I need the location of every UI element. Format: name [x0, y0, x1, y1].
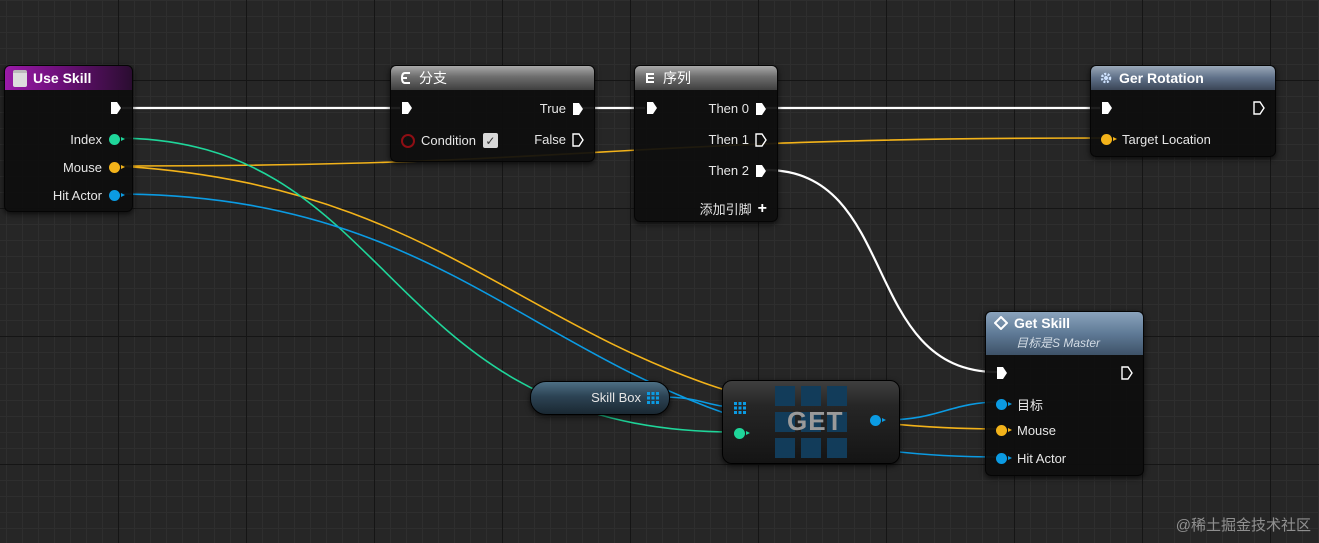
hit-actor-label: Hit Actor: [1017, 451, 1067, 466]
array-grid-icon: [647, 391, 659, 404]
vector-pin-icon: [1101, 134, 1117, 145]
exec-in-icon: [1102, 102, 1112, 114]
then2-label: Then 2: [708, 163, 749, 178]
sequence-then2-pin[interactable]: Then 2: [709, 163, 767, 178]
exec-in-icon: [997, 367, 1007, 379]
array-in-pin-icon[interactable]: [734, 402, 746, 414]
object-pin-icon: [996, 399, 1012, 410]
exec-in-icon: [402, 102, 412, 114]
use-skill-hit-actor-pin[interactable]: Hit Actor: [52, 188, 125, 203]
exec-out-empty-icon: [572, 132, 584, 147]
then1-label: Then 1: [708, 132, 749, 147]
target-label: 目标: [1017, 398, 1044, 413]
exec-out-icon: [111, 102, 121, 114]
array-get-node[interactable]: GET: [722, 380, 900, 464]
sequence-then1-pin[interactable]: Then 1: [709, 132, 767, 147]
branch-false-pin[interactable]: False: [534, 132, 584, 147]
branch-true-pin[interactable]: True: [540, 101, 584, 116]
then0-label: Then 0: [708, 101, 749, 116]
false-label: False: [534, 132, 566, 147]
vector-pin-icon: [109, 162, 125, 173]
use-skill-mouse-pin[interactable]: Mouse: [62, 160, 125, 175]
mouse-wire-to-target-location[interactable]: [118, 137, 1101, 167]
exec-out-icon: [756, 102, 766, 115]
object-pin-icon: [109, 190, 125, 201]
target-location-label: Target Location: [1122, 132, 1211, 147]
sequence-node[interactable]: 序列 Then 0 Then 1 Then 2 添加引脚 +: [634, 65, 778, 222]
get-skill-hit-actor-pin[interactable]: Hit Actor: [996, 451, 1066, 466]
ger-rotation-header: Ger Rotation: [1091, 66, 1275, 90]
hit-actor-label: Hit Actor: [52, 188, 102, 203]
add-pin-label: 添加引脚: [699, 202, 752, 217]
use-skill-node[interactable]: Use Skill Index Mouse Hit Actor: [4, 65, 133, 212]
mouse-label: Mouse: [1017, 423, 1057, 438]
event-icon: [13, 69, 27, 87]
branch-condition-pin[interactable]: Condition ✓: [401, 133, 498, 148]
ger-rotation-exec-out[interactable]: [1253, 101, 1265, 115]
skill-box-label: Skill Box: [591, 390, 641, 405]
get-skill-mouse-pin[interactable]: Mouse: [996, 423, 1056, 438]
branch-node[interactable]: 分支 Condition ✓ True False: [390, 65, 595, 162]
skill-box-out-pin[interactable]: Skill Box: [591, 390, 659, 405]
get-label: GET: [787, 406, 844, 436]
get-skill-subtitle: 目标是S Master: [1016, 336, 1101, 350]
exec-wire-then2-getskill[interactable]: [765, 168, 998, 374]
exec-out-empty-icon: [755, 132, 767, 147]
branch-title: 分支: [419, 70, 447, 86]
exec-out-icon: [573, 102, 583, 115]
sequence-header: 序列: [635, 66, 777, 90]
ger-rotation-exec-in[interactable]: [1101, 101, 1113, 115]
object-pin-icon: [996, 453, 1012, 464]
skill-box-variable-node[interactable]: Skill Box: [530, 381, 670, 415]
condition-checkbox[interactable]: ✓: [482, 133, 498, 148]
true-label: True: [539, 101, 566, 116]
get-skill-node[interactable]: Get Skill 目标是S Master 目标 Mouse Hit Actor: [985, 311, 1144, 476]
exec-out-empty-icon: [1121, 366, 1133, 380]
sequence-icon: [646, 73, 654, 83]
get-skill-target-pin[interactable]: 目标: [996, 395, 1043, 414]
sequence-add-pin-button[interactable]: 添加引脚 +: [700, 199, 767, 218]
ger-rotation-target-location-pin[interactable]: Target Location: [1101, 132, 1211, 147]
get-skill-exec-in[interactable]: [996, 366, 1008, 380]
item-out-pin-icon[interactable]: [870, 415, 886, 426]
exec-out-icon: [756, 164, 766, 177]
use-skill-header: Use Skill: [5, 66, 132, 90]
ger-rotation-node[interactable]: Ger Rotation Target Location: [1090, 65, 1276, 157]
sequence-exec-in[interactable]: [646, 101, 658, 115]
sequence-title: 序列: [663, 70, 691, 86]
exec-out-empty-icon: [1253, 101, 1265, 115]
watermark: @稀土掘金技术社区: [1175, 517, 1311, 534]
sequence-then0-pin[interactable]: Then 0: [709, 101, 767, 116]
function-gear-icon: [1100, 72, 1112, 84]
get-wire-to-target[interactable]: [883, 401, 1001, 421]
exec-in-icon: [647, 102, 657, 114]
condition-label: Condition: [421, 133, 476, 148]
use-skill-title: Use Skill: [33, 70, 92, 86]
vector-pin-icon: [996, 425, 1012, 436]
index-in-pin-icon[interactable]: [734, 428, 750, 439]
branch-exec-in[interactable]: [401, 101, 413, 115]
get-skill-exec-out[interactable]: [1121, 366, 1133, 380]
index-label: Index: [70, 132, 102, 147]
mouse-label: Mouse: [62, 160, 102, 175]
bool-pin-icon: [401, 133, 415, 148]
plus-icon: +: [757, 199, 767, 217]
get-skill-header: Get Skill 目标是S Master: [986, 312, 1143, 355]
function-diamond-icon: [994, 316, 1008, 330]
branch-header: 分支: [391, 66, 594, 90]
int-pin-icon: [109, 134, 125, 145]
use-skill-index-pin[interactable]: Index: [70, 132, 125, 147]
get-skill-title: Get Skill: [1014, 315, 1071, 331]
use-skill-exec-out[interactable]: [110, 101, 122, 115]
ger-rotation-title: Ger Rotation: [1119, 70, 1204, 86]
branch-icon: [400, 72, 410, 84]
